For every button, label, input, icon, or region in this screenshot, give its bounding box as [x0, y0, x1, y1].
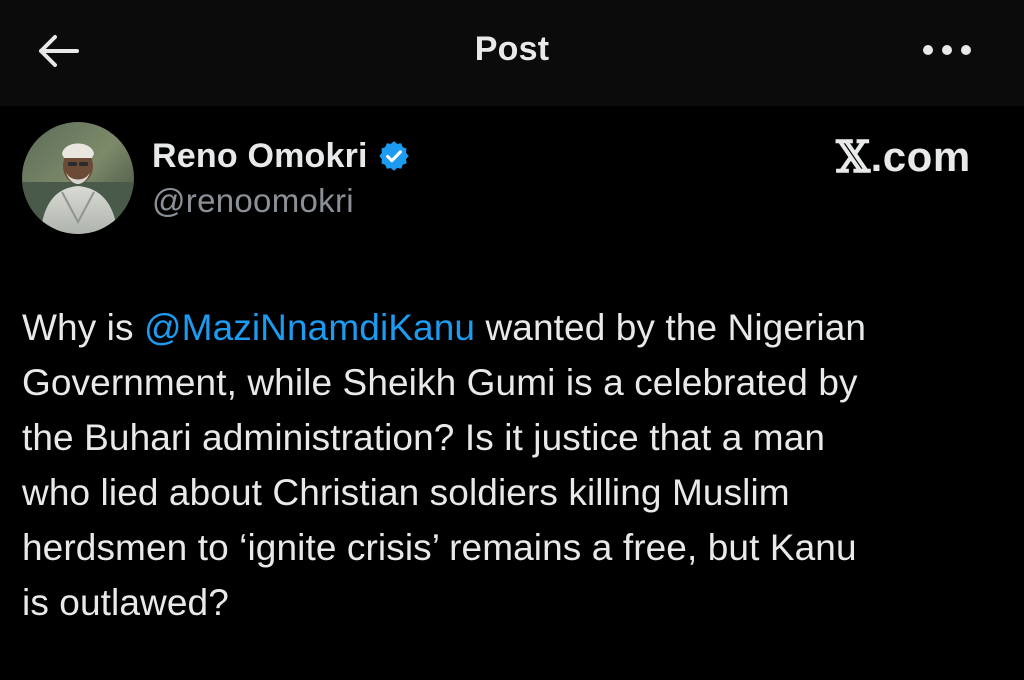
tweet-line: who lied about Christian soldiers killin…	[22, 472, 790, 513]
author-name-row[interactable]: Reno Omokri	[152, 134, 411, 178]
avatar[interactable]	[22, 122, 134, 234]
more-options-button[interactable]	[912, 30, 982, 74]
tweet-line: Government, while Sheikh Gumi is a celeb…	[22, 362, 858, 403]
top-navigation-bar: Post	[0, 0, 1024, 106]
x-logo-icon: 𝕏	[836, 131, 871, 183]
more-horizontal-icon	[922, 43, 972, 61]
x-com-watermark: 𝕏 .com	[836, 131, 971, 183]
watermark-suffix: .com	[870, 133, 971, 180]
mention-link[interactable]: @MaziNnamdiKanu	[144, 307, 475, 348]
tweet-body: Why is @MaziNnamdiKanu wanted by the Nig…	[22, 300, 1007, 630]
page-title: Post	[474, 30, 550, 68]
tweet-line: is outlawed?	[22, 582, 229, 623]
back-button[interactable]	[30, 28, 86, 78]
verified-badge-icon	[377, 139, 411, 173]
back-arrow-icon	[35, 33, 81, 74]
tweet-line: wanted by the Nigerian	[475, 307, 867, 348]
author-display-name[interactable]: Reno Omokri	[152, 137, 368, 176]
tweet-line: Why is	[22, 307, 144, 348]
tweet-line: the Buhari administration? Is it justice…	[22, 417, 826, 458]
tweet-line: herdsmen to ‘ignite crisis’ remains a fr…	[22, 527, 857, 568]
author-handle[interactable]: @renoomokri	[152, 182, 354, 220]
